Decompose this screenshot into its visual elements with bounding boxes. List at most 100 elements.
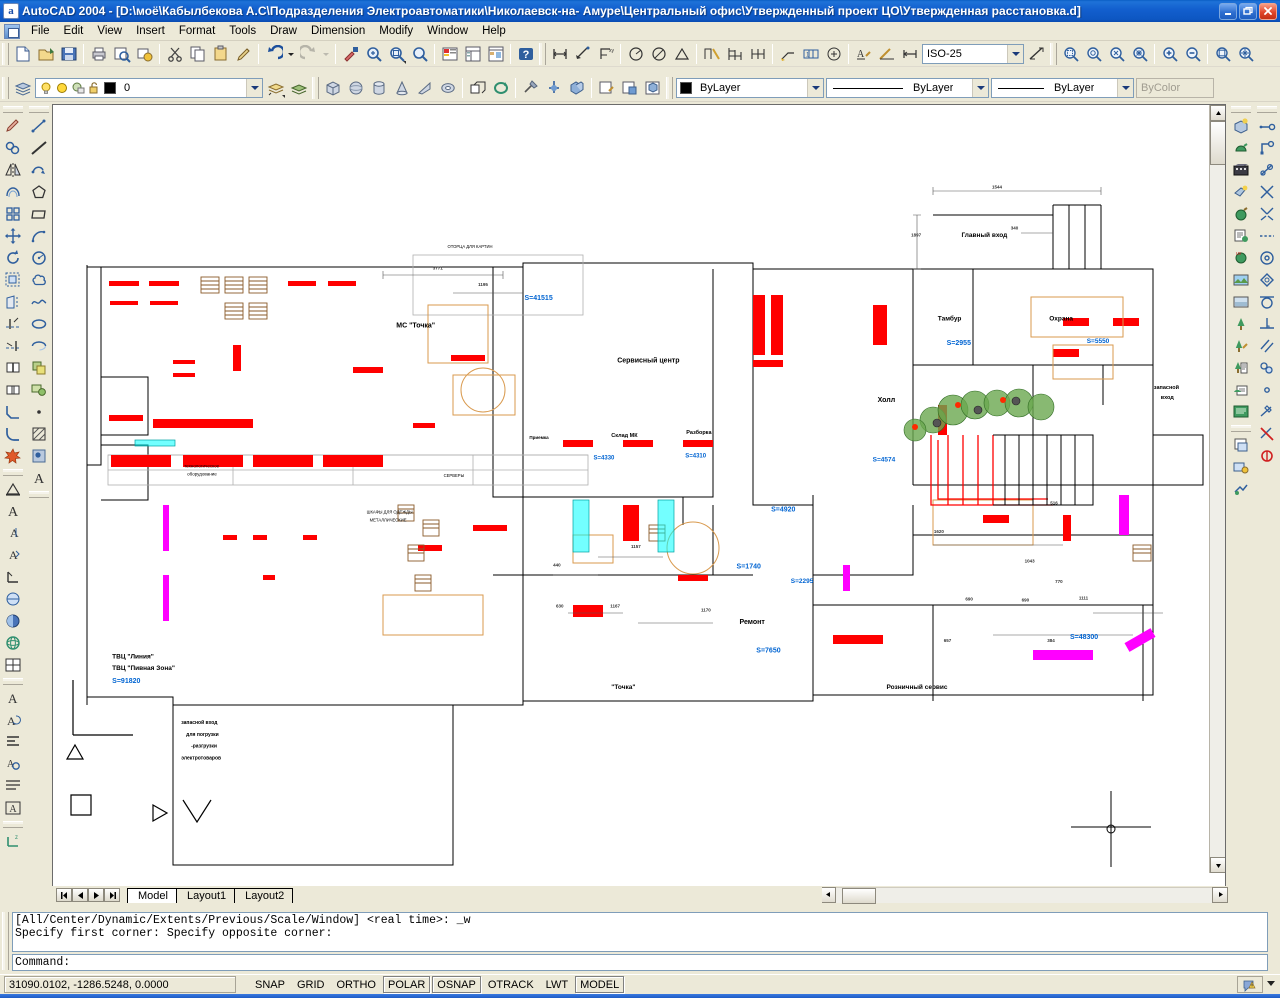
landscape-library-icon[interactable] [1230,357,1252,379]
shade-icon[interactable] [2,610,24,632]
offset-icon[interactable] [2,181,24,203]
minimize-button[interactable] [1219,3,1237,20]
construction-line-icon[interactable] [28,137,50,159]
designcenter-icon[interactable] [461,43,484,65]
render-preferences-icon[interactable] [1230,379,1252,401]
hide-icon[interactable] [1230,115,1252,137]
toolbar-grip[interactable] [539,43,546,65]
zoom-out-icon[interactable] [1181,43,1204,65]
polygon-icon[interactable] [28,181,50,203]
tab-layout1[interactable]: Layout1 [176,888,235,903]
dimension-text-edit-icon[interactable] [875,43,898,65]
background-icon[interactable] [1230,269,1252,291]
ellipse-arc-icon[interactable] [28,335,50,357]
viewport-icon[interactable] [2,654,24,676]
document-system-icon[interactable] [4,24,20,39]
arc-icon[interactable] [28,225,50,247]
undo-dropdown-icon[interactable] [285,43,297,65]
copy-icon[interactable] [186,43,209,65]
tool-palettes-icon[interactable] [484,43,507,65]
zoom-dynamic-icon[interactable] [1082,43,1105,65]
print-preview-icon[interactable] [110,43,133,65]
menu-format[interactable]: Format [172,23,222,39]
ortho-toggle[interactable]: ORTHO [331,976,381,993]
redo-dropdown-icon[interactable] [320,43,332,65]
zoom-window-icon[interactable] [1059,43,1082,65]
layer-combo[interactable]: 0 [35,78,263,98]
zoom-scale-icon[interactable] [1105,43,1128,65]
layer-properties-manager-icon[interactable] [11,77,34,99]
linetype-combo[interactable]: ByLayer [826,78,989,98]
scroll-left-button[interactable] [820,887,836,903]
snap-endpoint-icon[interactable] [1256,137,1278,159]
paste-icon[interactable] [209,43,232,65]
open-file-icon[interactable] [34,43,57,65]
gradient-icon[interactable] [28,445,50,467]
lwt-toggle[interactable]: LWT [541,976,573,993]
text-tool-icon[interactable]: A [2,500,24,522]
help-icon[interactable]: ? [514,43,537,65]
extrude-icon[interactable] [466,77,489,99]
drawing-canvas[interactable]: ОТОРЦА ДЛЯ КАРТИНМС "Точка"S=41515Сервис… [52,104,1226,888]
otrack-toggle[interactable]: OTRACK [483,976,539,993]
snap-parallel-icon[interactable] [1256,335,1278,357]
snap-intersection-icon[interactable] [1256,181,1278,203]
3dorbit-icon[interactable] [2,632,24,654]
continue-dimension-icon[interactable] [746,43,769,65]
dimension-update-icon[interactable] [898,43,921,65]
toolbar-grip[interactable] [666,77,673,99]
vertical-scrollbar[interactable] [1209,105,1225,873]
chevron-down-icon[interactable] [807,79,823,97]
toolbar-grip[interactable] [1257,106,1277,113]
text-find-icon[interactable]: A [2,753,24,775]
trim-icon[interactable] [2,313,24,335]
horizontal-scrollbar[interactable] [820,886,1228,903]
command-input[interactable]: Command: [12,954,1268,971]
snap-perpendicular-icon[interactable] [1256,313,1278,335]
snap-extension-icon[interactable] [1256,225,1278,247]
break-at-point-icon[interactable] [2,357,24,379]
grid-toggle[interactable]: GRID [292,976,330,993]
revolve-icon[interactable] [489,77,512,99]
baseline-dimension-icon[interactable] [723,43,746,65]
first-tab-icon[interactable] [56,888,72,902]
chevron-down-icon[interactable] [246,79,262,97]
pan-realtime-icon[interactable] [385,43,408,65]
snap-tangent-icon[interactable] [1256,291,1278,313]
revision-cloud-icon[interactable] [28,269,50,291]
mapping-icon[interactable]: uv [1230,247,1252,269]
toolbar-grip[interactable] [2,43,9,65]
torus-icon[interactable] [436,77,459,99]
statistics-icon[interactable] [1230,401,1252,423]
setup-drawing-icon[interactable] [595,77,618,99]
line-icon[interactable] [28,115,50,137]
chevron-down-icon[interactable] [1117,79,1133,97]
zoom-extents-icon[interactable] [1234,43,1257,65]
insert-layout-icon[interactable] [1230,456,1252,478]
tab-layout2[interactable]: Layout2 [234,888,293,903]
array-icon[interactable] [2,203,24,225]
aligned-dimension-icon[interactable] [571,43,594,65]
snap-insert-icon[interactable] [1256,357,1278,379]
landscape-edit-icon[interactable] [1230,335,1252,357]
materials-library-icon[interactable] [1230,225,1252,247]
scene-icon[interactable] [1230,159,1252,181]
viewpoint-icon[interactable] [2,588,24,610]
horizontal-scroll-thumb[interactable] [842,888,876,904]
dimension-edit-icon[interactable]: A [852,43,875,65]
publish-to-web-icon[interactable] [1230,478,1252,500]
section-icon[interactable] [542,77,565,99]
snap-nearest-icon[interactable] [1256,401,1278,423]
ucs-icon-toggle[interactable]: z [2,830,24,852]
polyline-icon[interactable] [28,159,50,181]
toolbar-grip[interactable] [3,106,23,113]
scroll-up-button[interactable] [1210,105,1226,121]
undo-icon[interactable] [262,43,285,65]
color-combo[interactable]: ByLayer [676,78,824,98]
hatch-icon[interactable] [28,423,50,445]
new-file-icon[interactable] [11,43,34,65]
toolbar-grip[interactable] [1231,425,1251,432]
copy-object-icon[interactable] [2,137,24,159]
snap-midpoint-icon[interactable] [1256,159,1278,181]
snap-none-icon[interactable] [1256,423,1278,445]
